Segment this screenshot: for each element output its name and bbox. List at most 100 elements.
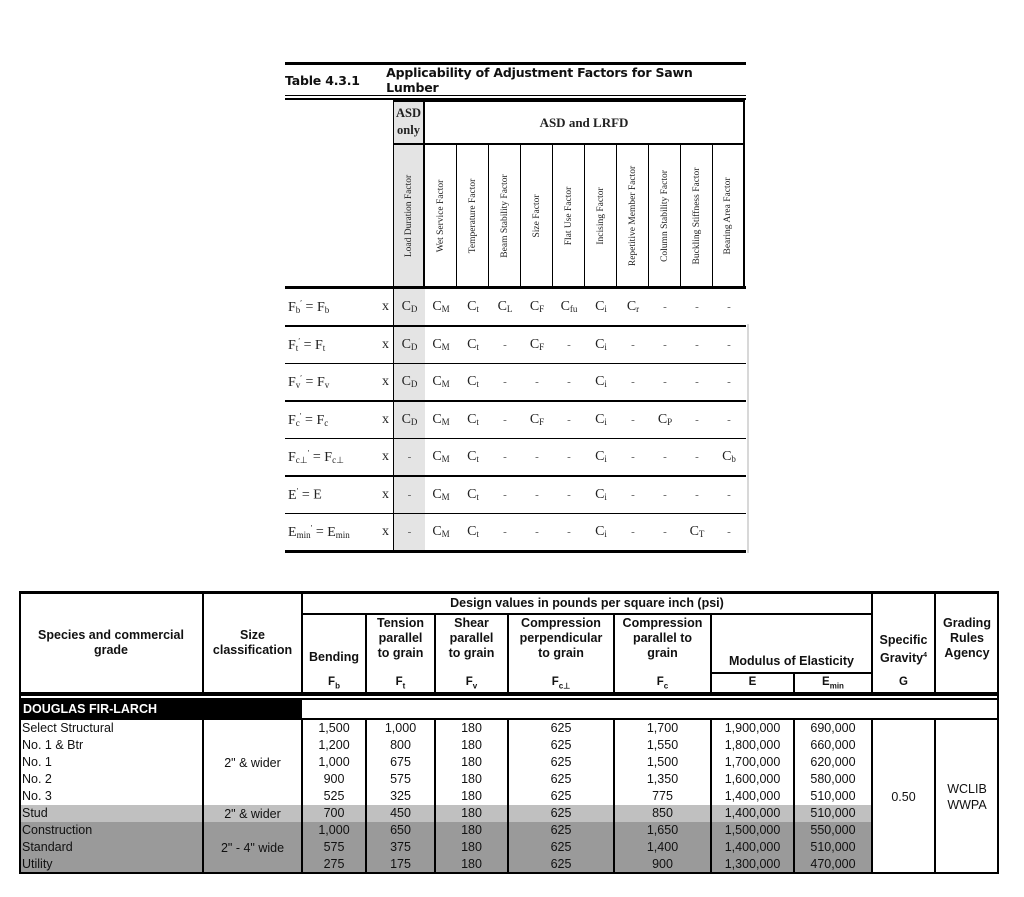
specific-gravity-value: 0.50 <box>891 789 916 804</box>
grid-line <box>302 718 999 720</box>
value-ft: 650 <box>390 823 411 837</box>
factor-column-header: Load Duration Factor <box>393 145 425 286</box>
agency-value: WCLIB WWPA <box>947 781 987 812</box>
factor-cell: - <box>393 477 425 513</box>
factor-row: Fb′ = Fb x CD CM Ct CL CF Cfu Ci Cr - - - <box>285 289 746 327</box>
factor-cell: - <box>567 489 571 501</box>
factor-cell: Ct <box>467 337 479 352</box>
value-fc: 1,700 <box>646 721 679 735</box>
value-fv: 180 <box>461 772 482 786</box>
value-emin: 510,000 <box>810 840 856 854</box>
value-ft: 175 <box>390 857 411 871</box>
value-fcp: 625 <box>550 789 572 803</box>
factor-cell: Ci <box>595 524 607 539</box>
factor-row: E′ = Ex - CM Ct - - - Ci - - - - <box>285 477 746 514</box>
value-fc: 1,550 <box>646 738 679 752</box>
factor-cell: CM <box>432 337 450 352</box>
grid-line <box>301 718 303 873</box>
grid-line <box>365 613 367 694</box>
multiply-sign: x <box>382 374 389 389</box>
factor-column-label: Repetitive Member Factor <box>627 165 638 266</box>
factor-cell: - <box>695 414 699 426</box>
table-number: Table 4.3.1 <box>285 72 360 88</box>
species-name-bar: DOUGLAS FIR-LARCH <box>19 698 302 720</box>
grade-name: No. 1 <box>22 755 52 769</box>
value-fv: 180 <box>461 840 482 854</box>
value-e: 1,600,000 <box>724 772 781 786</box>
factor-cell: Ct <box>467 449 479 464</box>
factor-cell: - <box>535 376 539 388</box>
grid-line <box>434 718 436 873</box>
table-title: Applicability of Adjustment Factors for … <box>386 65 693 95</box>
multiply-sign: x <box>382 524 389 539</box>
factor-cell: - <box>663 339 667 351</box>
factor-cell: - <box>535 451 539 463</box>
symbol-tension: Ft <box>395 676 406 691</box>
factor-column-label: Incising Factor <box>595 186 606 245</box>
factor-cell: - <box>631 526 635 538</box>
factor-cell: Ci <box>595 299 607 314</box>
factor-cell: Ct <box>467 374 479 389</box>
symbol-comp_par: Fc <box>656 676 669 691</box>
factor-row: Ft′ = Ft x CD CM Ct - CF - Ci - - - - <box>285 327 746 364</box>
value-fcp: 625 <box>550 755 572 769</box>
value-ft: 675 <box>390 755 411 769</box>
grid-line <box>202 591 204 694</box>
design-value-equation: Ft′ = Ft <box>288 336 326 353</box>
factor-row: Fc′ = Fc x CD CM Ct - CF - Ci - CP - - <box>285 402 746 439</box>
factor-cell: - <box>695 451 699 463</box>
factor-row: Emin′ = Emin x - CM Ct - - - Ci - - CT - <box>285 514 746 553</box>
tension-header: Tension parallel to grain <box>377 616 424 660</box>
factor-cell: CM <box>432 449 450 464</box>
grid-line <box>710 718 712 873</box>
grid-line <box>19 872 999 874</box>
value-ft: 450 <box>390 806 411 820</box>
value-fcp: 625 <box>550 806 572 820</box>
factor-column-label: Wet Service Factor <box>435 179 446 252</box>
value-e: 1,700,000 <box>724 755 781 769</box>
factor-cell: - <box>727 339 731 351</box>
factor-cell: Ct <box>467 299 479 314</box>
factor-cell: - <box>695 376 699 388</box>
grade-name: Construction <box>22 823 93 837</box>
factor-cell: CM <box>432 487 450 502</box>
value-ft: 575 <box>390 772 411 786</box>
value-fc: 1,500 <box>646 755 679 769</box>
grade-name: Utility <box>22 857 53 871</box>
value-fc: 1,650 <box>646 823 679 837</box>
grid-line <box>19 692 999 696</box>
factor-cell: - <box>695 339 699 351</box>
grid-line <box>507 718 509 873</box>
species-header: Species and commercial grade <box>38 627 184 657</box>
value-emin: 690,000 <box>810 721 856 735</box>
grade-name: Standard <box>22 840 73 854</box>
factor-column-header: Size Factor <box>521 145 553 286</box>
value-emin: 550,000 <box>810 823 856 837</box>
design-value-equation: Fv′ = Fv <box>288 373 330 390</box>
factor-cell: - <box>631 489 635 501</box>
factor-cell: CP <box>657 412 673 427</box>
design-value-equation: Fb′ = Fb <box>288 298 330 315</box>
value-fb: 275 <box>323 857 345 871</box>
value-fc: 1,400 <box>646 840 679 854</box>
design-values-group-header: Design values in pounds per square inch … <box>450 596 724 610</box>
specific-gravity-header: Specific Gravity4 <box>879 633 928 666</box>
factor-cell: CM <box>432 374 450 389</box>
comp-perp-header: Compression perpendicular to grain <box>519 616 603 660</box>
size-classification: 2" - 4" wide <box>220 840 285 855</box>
factor-cell: CD <box>393 289 425 325</box>
grade-name: Select Structural <box>22 721 114 735</box>
right-edge-line <box>747 324 749 553</box>
grid-line <box>711 672 872 674</box>
value-fc: 900 <box>652 857 673 871</box>
grid-line <box>793 672 795 694</box>
comp-par-header: Compression parallel to grain <box>622 616 703 660</box>
value-fc: 775 <box>652 789 673 803</box>
factor-cell: - <box>663 451 667 463</box>
factor-cell: - <box>567 451 571 463</box>
value-fb: 1,000 <box>318 823 350 837</box>
factor-cell: - <box>503 451 507 463</box>
value-fcp: 625 <box>550 823 572 837</box>
value-fb: 525 <box>323 789 345 803</box>
factor-cell: Ct <box>467 487 479 502</box>
